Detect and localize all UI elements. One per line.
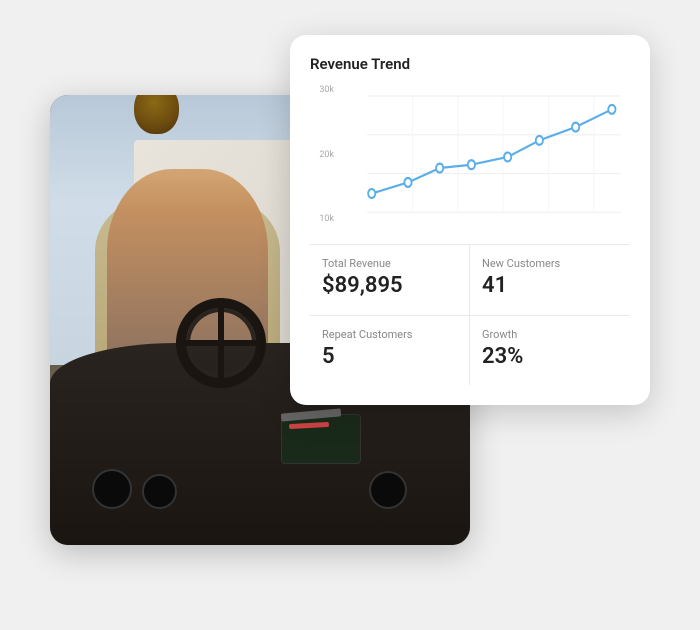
main-scene: Revenue Trend 30k 20k 10k [50,35,650,595]
total-revenue-value: $89,895 [322,274,457,298]
card-title: Revenue Trend [310,55,630,73]
y-label-30k: 30k [319,85,338,95]
analytics-card: Revenue Trend 30k 20k 10k [290,35,650,405]
total-revenue-label: Total Revenue [322,257,457,270]
stat-repeat-customers: Repeat Customers 5 [310,316,470,386]
revenue-chart: 30k 20k 10k [310,85,630,245]
chart-svg [310,85,630,240]
new-customers-value: 41 [482,274,618,298]
stat-new-customers: New Customers 41 [470,245,630,316]
y-label-10k: 10k [319,214,338,224]
stats-grid: Total Revenue $89,895 New Customers 41 R… [310,245,630,385]
stat-total-revenue: Total Revenue $89,895 [310,245,470,316]
growth-label: Growth [482,328,618,341]
y-axis: 30k 20k 10k [310,85,338,224]
new-customers-label: New Customers [482,257,618,270]
repeat-customers-label: Repeat Customers [322,328,457,341]
growth-value: 23% [482,345,618,369]
repeat-customers-value: 5 [322,345,457,369]
y-label-20k: 20k [319,150,338,160]
stat-growth: Growth 23% [470,316,630,386]
